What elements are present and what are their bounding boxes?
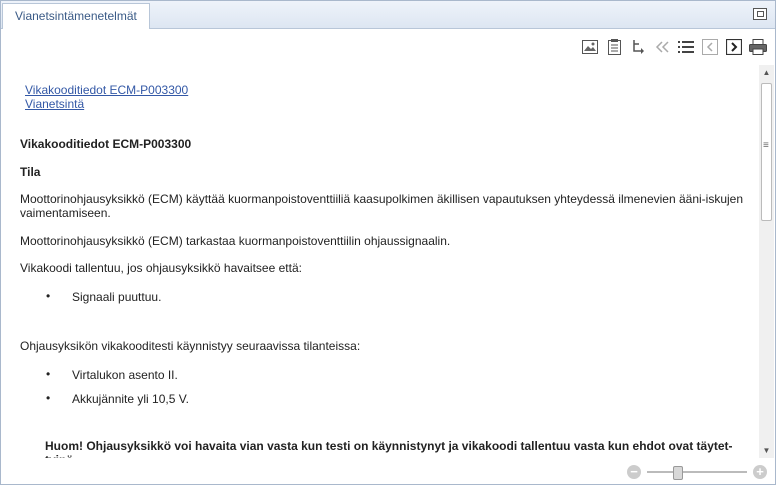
document-content: Vikakooditiedot ECM-P003300 Vianetsintä … (2, 63, 759, 458)
paragraph-test-start: Ohjausyksikön vikakooditesti käynnistyy … (20, 339, 361, 353)
note-text: Huom! Ohjausyksikkö voi havaita vian vas… (45, 439, 733, 458)
section-heading-status: Tila (20, 165, 41, 179)
bullet-dot: • (46, 289, 51, 303)
branch-icon[interactable] (629, 38, 647, 56)
image-icon[interactable] (581, 38, 599, 56)
paragraph-ecm-signal-check: Moottorinohjausyksikkö (ECM) tarkastaa k… (20, 234, 451, 248)
link-troubleshooting[interactable]: Vianetsintä (25, 97, 188, 111)
zoom-in-icon[interactable]: + (753, 465, 767, 479)
next-page-icon[interactable] (725, 38, 743, 56)
scroll-up-icon[interactable]: ▲ (759, 65, 774, 80)
document-heading: Vikakooditiedot ECM-P003300 (20, 137, 192, 151)
document-icon[interactable] (605, 38, 623, 56)
troubleshooting-window: Vianetsintämenetelmät Vikakooditiedot EC… (0, 0, 776, 485)
tab-troubleshooting-methods[interactable]: Vianetsintämenetelmät (2, 3, 150, 29)
scroll-down-icon[interactable]: ▼ (759, 443, 774, 458)
zoom-out-icon[interactable]: − (627, 465, 641, 479)
paragraph-fault-condition: Vikakoodi tallentuu, jos ohjausyksikkö h… (20, 261, 302, 275)
scrollbar-thumb[interactable] (761, 83, 772, 221)
list-icon[interactable] (677, 38, 695, 56)
print-icon[interactable] (749, 38, 767, 56)
paragraph-ecm-description: Moottorinohjausyksikkö (ECM) käyttää kuo… (20, 192, 744, 220)
zoom-knob[interactable] (673, 466, 683, 480)
bullet-dot: • (46, 367, 51, 381)
breadcrumb-links: Vikakooditiedot ECM-P003300 Vianetsintä (25, 83, 188, 111)
toolbar (581, 37, 767, 57)
vertical-scrollbar[interactable]: ▲ ▼ (759, 65, 774, 458)
list-item: Akkujännite yli 10,5 V. (72, 392, 189, 406)
previous-page-icon[interactable] (701, 38, 719, 56)
list-item: Virtalukon asento II. (72, 368, 178, 382)
list-item: Signaali puuttuu. (72, 290, 162, 304)
bullet-dot: • (46, 391, 51, 405)
tab-bar: Vianetsintämenetelmät (1, 1, 775, 29)
double-chevron-left-icon (653, 38, 671, 56)
restore-window-icon[interactable] (753, 8, 767, 20)
link-fault-code-info[interactable]: Vikakooditiedot ECM-P003300 (25, 83, 188, 97)
zoom-slider[interactable]: − + (627, 463, 767, 481)
zoom-track[interactable] (647, 471, 747, 473)
